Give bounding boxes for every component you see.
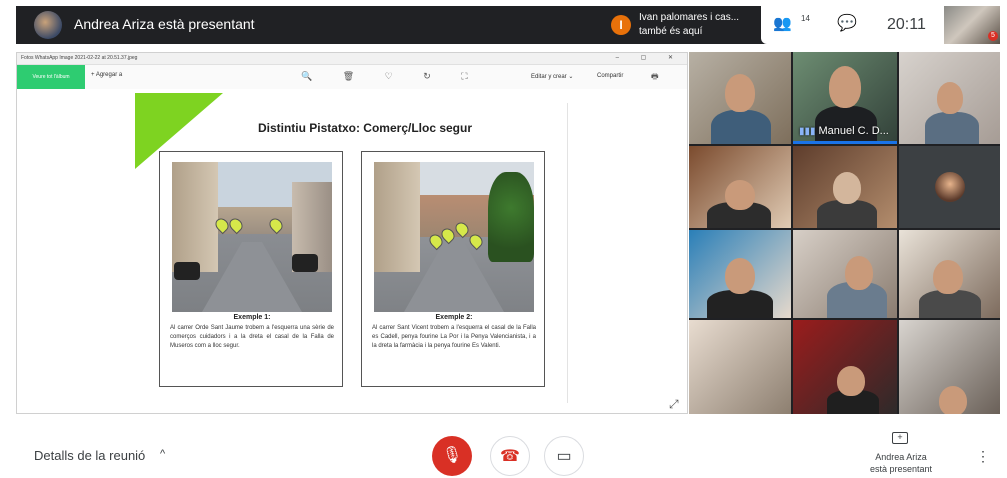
participant-tile[interactable] — [793, 146, 897, 228]
people-button[interactable]: 👥 14 — [773, 14, 810, 36]
participant-tile[interactable] — [899, 146, 1000, 228]
participant-face — [939, 386, 967, 414]
more-vert-icon[interactable]: ⋮ — [976, 448, 990, 465]
participant-tile-active[interactable]: ▮▮▮ Manuel C. D... — [793, 52, 897, 144]
camera-button[interactable]: ▭ — [544, 436, 584, 476]
window-controls: – ▢ ✕ — [615, 55, 683, 61]
participant-tile[interactable] — [899, 320, 1000, 414]
presenter-avatar — [34, 11, 62, 39]
clock: 20:11 — [887, 16, 926, 33]
bottom-bar: Detalls de la reunió ^ 🎙 ☎ ▭ + Andrea Ar… — [0, 418, 1007, 478]
participant-tile[interactable] — [793, 320, 897, 414]
participant-body — [919, 290, 981, 318]
participant-tile[interactable] — [689, 52, 791, 144]
participant-face — [725, 258, 755, 294]
card-heading: Exemple 1: — [233, 314, 271, 321]
hangup-button[interactable]: ☎ — [490, 436, 530, 476]
car — [174, 262, 200, 280]
participant-grid: ▮▮▮ Manuel C. D... — [689, 52, 1000, 414]
participant-face — [725, 180, 755, 210]
car — [292, 254, 318, 272]
participant-name: ▮▮▮ Manuel C. D... — [799, 125, 889, 137]
present-screen-icon[interactable]: + — [892, 432, 908, 444]
expand-icon[interactable]: ⤢ — [669, 397, 679, 412]
chat-button[interactable]: 💬 — [837, 13, 859, 35]
slide-divider — [567, 103, 568, 403]
example-card-2: Exemple 2: Al carrer Sant Vicent trobem … — [361, 151, 545, 387]
mic-off-icon: 🎙 — [441, 447, 463, 464]
photos-app-titlebar: Fotos WhatsApp Image 2021-02-22 at 20.51… — [17, 53, 687, 65]
slide-title: Distintiu Pistatxo: Comerç/Lloc segur — [257, 121, 473, 135]
add-to-button: + Agregar a — [91, 72, 123, 78]
top-right-panel: 👥 14 💬 20:11 — [761, 6, 945, 44]
participant-face — [837, 366, 865, 396]
speaker-name: Manuel C. D... — [818, 125, 889, 137]
chevron-up-icon[interactable]: ^ — [160, 448, 165, 460]
self-badge: 5 — [988, 31, 998, 41]
participant-face — [933, 260, 963, 294]
notification-message: també és aquí — [639, 26, 703, 37]
photo-tool-icons: 🔍 🗑 ♡ ↻ ⛶ — [301, 71, 482, 81]
top-bar: Andrea Ariza està presentant I Ivan palo… — [16, 6, 1000, 44]
card-text: Al carrer Orde Sant Jaume trobem a l'esq… — [170, 325, 334, 349]
participant-tile[interactable] — [689, 320, 791, 414]
photos-toolbar: Veure tot l'àlbum + Agregar a 🔍 🗑 ♡ ↻ ⛶ … — [17, 65, 687, 89]
participant-tile[interactable] — [689, 146, 791, 228]
participant-tile[interactable] — [899, 52, 1000, 144]
card-heading: Exemple 2: — [435, 314, 473, 321]
slide: Distintiu Pistatxo: Comerç/Lloc segur Ex… — [131, 93, 665, 413]
presenting-title: Andrea Ariza està presentant — [74, 16, 255, 32]
meet-window: Andrea Ariza està presentant I Ivan palo… — [0, 0, 1007, 478]
card-text: Al carrer Sant Vicent trobem a l'esquerr… — [372, 325, 536, 349]
street-photo-2 — [374, 162, 534, 312]
mic-button[interactable]: 🎙 — [432, 436, 472, 476]
notification-name: Ivan palomares i cas... — [639, 12, 740, 23]
meeting-details-button[interactable]: Detalls de la reunió — [34, 448, 145, 463]
see-all-button: Veure tot l'àlbum — [17, 65, 85, 89]
participant-face — [845, 256, 873, 290]
participant-face — [937, 82, 963, 114]
speaking-indicator-icon: ▮▮▮ — [799, 126, 816, 137]
camera-icon: ▭ — [556, 448, 572, 465]
participant-body — [711, 110, 771, 144]
edit-create-button: Editar y crear ⌄ — [531, 74, 574, 80]
participant-body — [925, 112, 979, 144]
map-pin-icon — [266, 215, 286, 235]
share-button: Compartir — [597, 73, 624, 79]
participant-tile[interactable] — [793, 230, 897, 318]
participant-face — [725, 74, 755, 112]
map-pin-icon — [466, 231, 486, 251]
self-view-thumbnail[interactable]: 5 — [944, 6, 1000, 44]
participant-face — [833, 172, 861, 204]
print-icon: 🖶 — [651, 72, 659, 81]
join-notification[interactable]: I Ivan palomares i cas... també és aquí — [601, 6, 771, 44]
tree — [488, 172, 534, 262]
presenting-status-name[interactable]: Andrea Ariza — [856, 452, 946, 462]
building-left — [374, 162, 420, 272]
street-photo-1 — [172, 162, 332, 312]
people-icon: 👥 — [773, 15, 792, 32]
presenting-status-text[interactable]: està presentant — [856, 464, 946, 474]
participant-body — [817, 200, 877, 228]
participant-tile[interactable] — [689, 230, 791, 318]
hangup-icon: ☎ — [500, 448, 520, 465]
notification-avatar: I — [611, 15, 631, 35]
participant-avatar — [935, 172, 965, 202]
participant-tile[interactable] — [899, 230, 1000, 318]
chat-icon: 💬 — [837, 15, 857, 32]
map-pin-icon — [452, 219, 472, 239]
building-left — [172, 162, 218, 272]
example-card-1: Exemple 1: Al carrer Orde Sant Jaume tro… — [159, 151, 343, 387]
people-count: 14 — [801, 14, 810, 23]
photos-app-title: Fotos WhatsApp Image 2021-02-22 at 20.51… — [21, 55, 138, 61]
shared-screen: Fotos WhatsApp Image 2021-02-22 at 20.51… — [16, 52, 688, 414]
map-pin-icon — [226, 215, 246, 235]
participant-body — [707, 290, 773, 318]
participant-face — [829, 66, 861, 108]
